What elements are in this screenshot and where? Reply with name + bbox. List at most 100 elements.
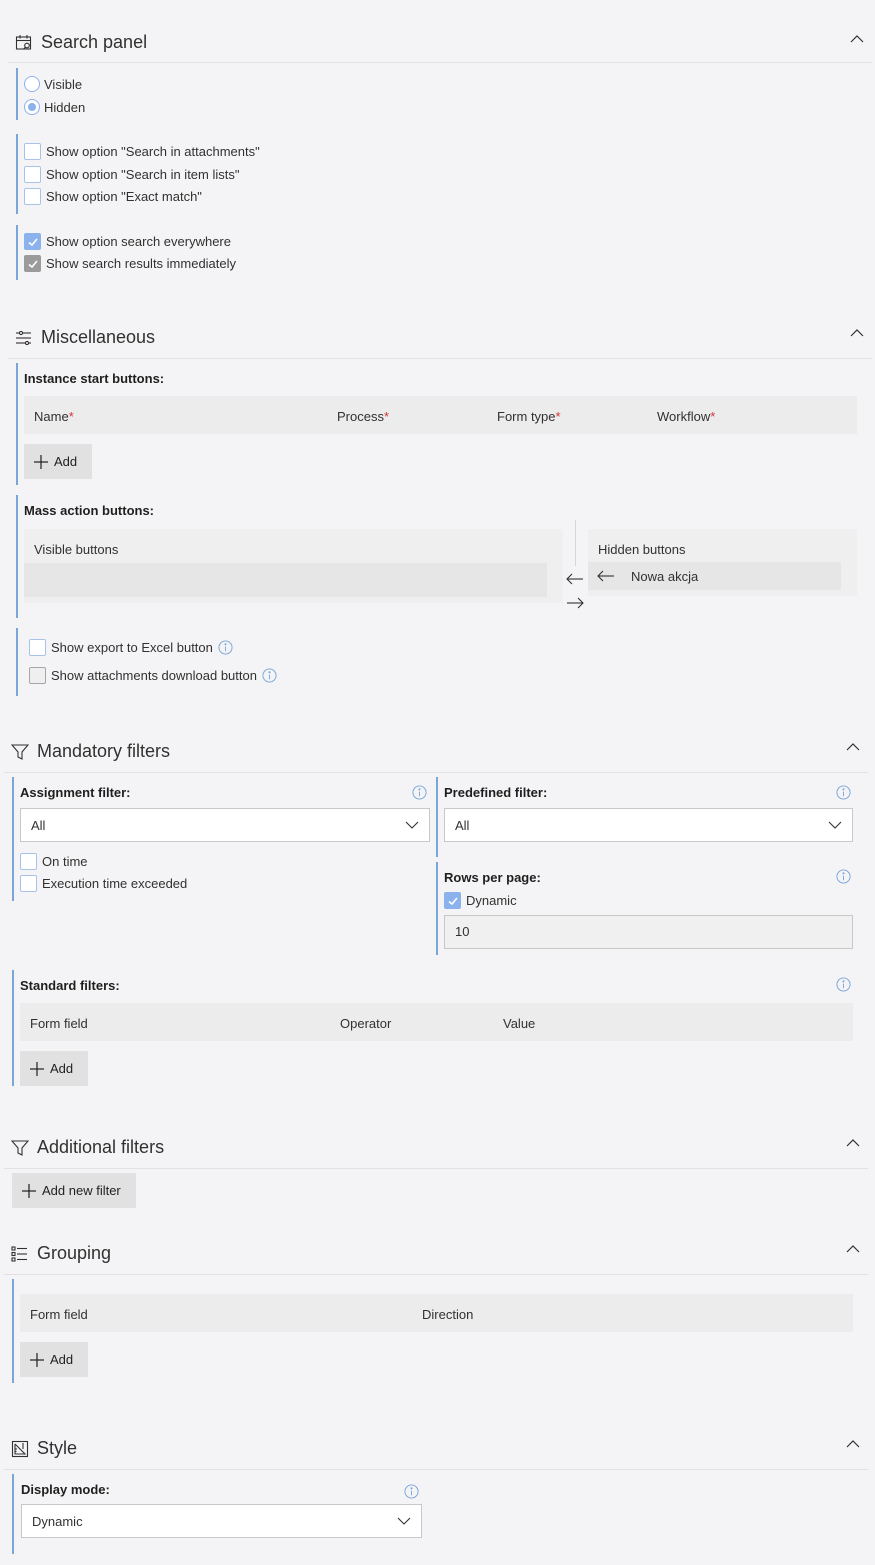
group-accent-bar [12,1474,14,1554]
filter-icon [11,743,29,760]
chevron-up-icon[interactable] [846,742,860,752]
arrow-left-icon[interactable] [597,570,615,582]
option-on-time[interactable]: On time [20,853,88,870]
column-header-operator: Operator [340,1016,392,1031]
select-value: All [455,817,470,833]
section-header-miscellaneous[interactable]: Miscellaneous [15,327,155,348]
chevron-up-icon[interactable] [846,1138,860,1148]
info-icon[interactable] [836,785,851,800]
option-exact-match[interactable]: Show option "Exact match" [24,188,202,205]
option-attachments-download[interactable]: Show attachments download button [29,667,277,684]
chevron-up-icon[interactable] [850,34,864,44]
section-header-mandatory-filters[interactable]: Mandatory filters [11,741,170,762]
checkbox-label: Dynamic [466,893,517,908]
section-divider [4,1274,868,1275]
button-label: Add [50,1352,74,1367]
section-title: Mandatory filters [37,741,171,761]
chevron-up-icon[interactable] [846,1244,860,1254]
filter-icon [11,1139,29,1156]
info-icon[interactable] [836,977,851,992]
option-search-everywhere[interactable]: Show option search everywhere [24,233,231,250]
section-title: Search panel [41,32,148,52]
info-icon[interactable] [836,869,851,884]
predefined-filter-select[interactable]: All [444,808,853,842]
chevron-up-icon[interactable] [850,328,864,338]
chevron-down-icon [397,1517,411,1525]
plus-icon [30,1061,44,1076]
option-export-excel[interactable]: Show export to Excel button [29,639,233,656]
display-mode-select[interactable]: Dynamic [21,1504,422,1538]
rows-per-page-label: Rows per page: [444,870,541,885]
input-value: 10 [455,924,470,939]
info-icon[interactable] [218,640,233,655]
option-search-results-immediately[interactable]: Show search results immediately [24,255,236,272]
visible-buttons-dropzone[interactable] [24,563,547,597]
checkbox[interactable] [20,853,37,870]
group-accent-bar [16,225,18,280]
option-dynamic-rows[interactable]: Dynamic [444,892,517,909]
group-accent-bar [16,495,18,618]
move-left-arrow-icon[interactable] [566,573,584,585]
section-header-search-panel[interactable]: Search panel [15,32,147,53]
checkbox-label: Show attachments download button [51,668,257,683]
option-search-attachments[interactable]: Show option "Search in attachments" [24,143,260,160]
checkbox-label: On time [42,854,88,869]
checkbox[interactable] [24,143,41,160]
info-icon[interactable] [404,1484,419,1499]
add-instance-start-button[interactable]: Add [24,444,92,479]
group-accent-bar [16,628,18,696]
standard-filters-table-header: Form field Operator Value [20,1003,853,1041]
group-accent-bar [16,363,18,485]
rows-per-page-input[interactable]: 10 [444,915,853,949]
radio-button[interactable] [24,99,40,115]
select-value: Dynamic [32,1513,83,1529]
checkbox-label: Show option "Exact match" [46,189,202,204]
checkbox-checked-disabled[interactable] [24,255,41,272]
checkbox-checked[interactable] [24,233,41,250]
option-execution-time-exceeded[interactable]: Execution time exceeded [20,875,187,892]
assignment-filter-select[interactable]: All [20,808,430,842]
sliders-icon [16,330,31,345]
section-divider [8,62,872,63]
info-icon[interactable] [262,668,277,683]
checkbox[interactable] [29,639,46,656]
instance-start-table-header: Name* Process* Form type* Workflow* [24,396,857,434]
section-title: Additional filters [37,1137,165,1157]
section-header-grouping[interactable]: Grouping [11,1243,111,1264]
plus-icon [30,1352,44,1367]
button-label: Add new filter [42,1183,121,1198]
hidden-button-item[interactable]: Nowa akcja [588,562,841,590]
checkbox[interactable] [24,188,41,205]
section-header-additional-filters[interactable]: Additional filters [11,1137,164,1158]
button-label: Add [50,1061,74,1076]
add-new-filter-button[interactable]: Add new filter [12,1173,136,1208]
bulleted-list-icon [11,1245,27,1262]
chevron-up-icon[interactable] [846,1439,860,1449]
checkbox[interactable] [20,875,37,892]
standard-filters-label: Standard filters: [20,978,120,993]
section-title: Style [37,1438,78,1458]
predefined-filter-label: Predefined filter: [444,785,548,800]
radio-hidden[interactable]: Hidden [24,99,85,115]
add-standard-filter-button[interactable]: Add [20,1051,88,1086]
section-divider [4,1469,868,1470]
column-header-value: Value [503,1016,536,1031]
radio-button[interactable] [24,76,40,92]
add-grouping-button[interactable]: Add [20,1342,88,1377]
section-header-style[interactable]: Style [11,1438,77,1459]
info-icon[interactable] [412,785,427,800]
column-header-name: Name* [34,409,74,424]
checkbox-label: Show search results immediately [46,256,237,271]
checkbox-checked[interactable] [444,892,461,909]
select-value: All [31,817,46,833]
checkbox-disabled[interactable] [29,667,46,684]
calendar-search-icon [15,34,32,50]
column-header-form-field: Form field [30,1016,88,1031]
ruler-triangle-icon [11,1440,29,1457]
radio-visible[interactable]: Visible [24,76,82,92]
move-right-arrow-icon[interactable] [566,597,584,609]
option-search-item-lists[interactable]: Show option "Search in item lists" [24,166,239,183]
visible-buttons-title: Visible buttons [34,542,119,557]
checkbox[interactable] [24,166,41,183]
checkbox-label: Execution time exceeded [42,876,188,891]
